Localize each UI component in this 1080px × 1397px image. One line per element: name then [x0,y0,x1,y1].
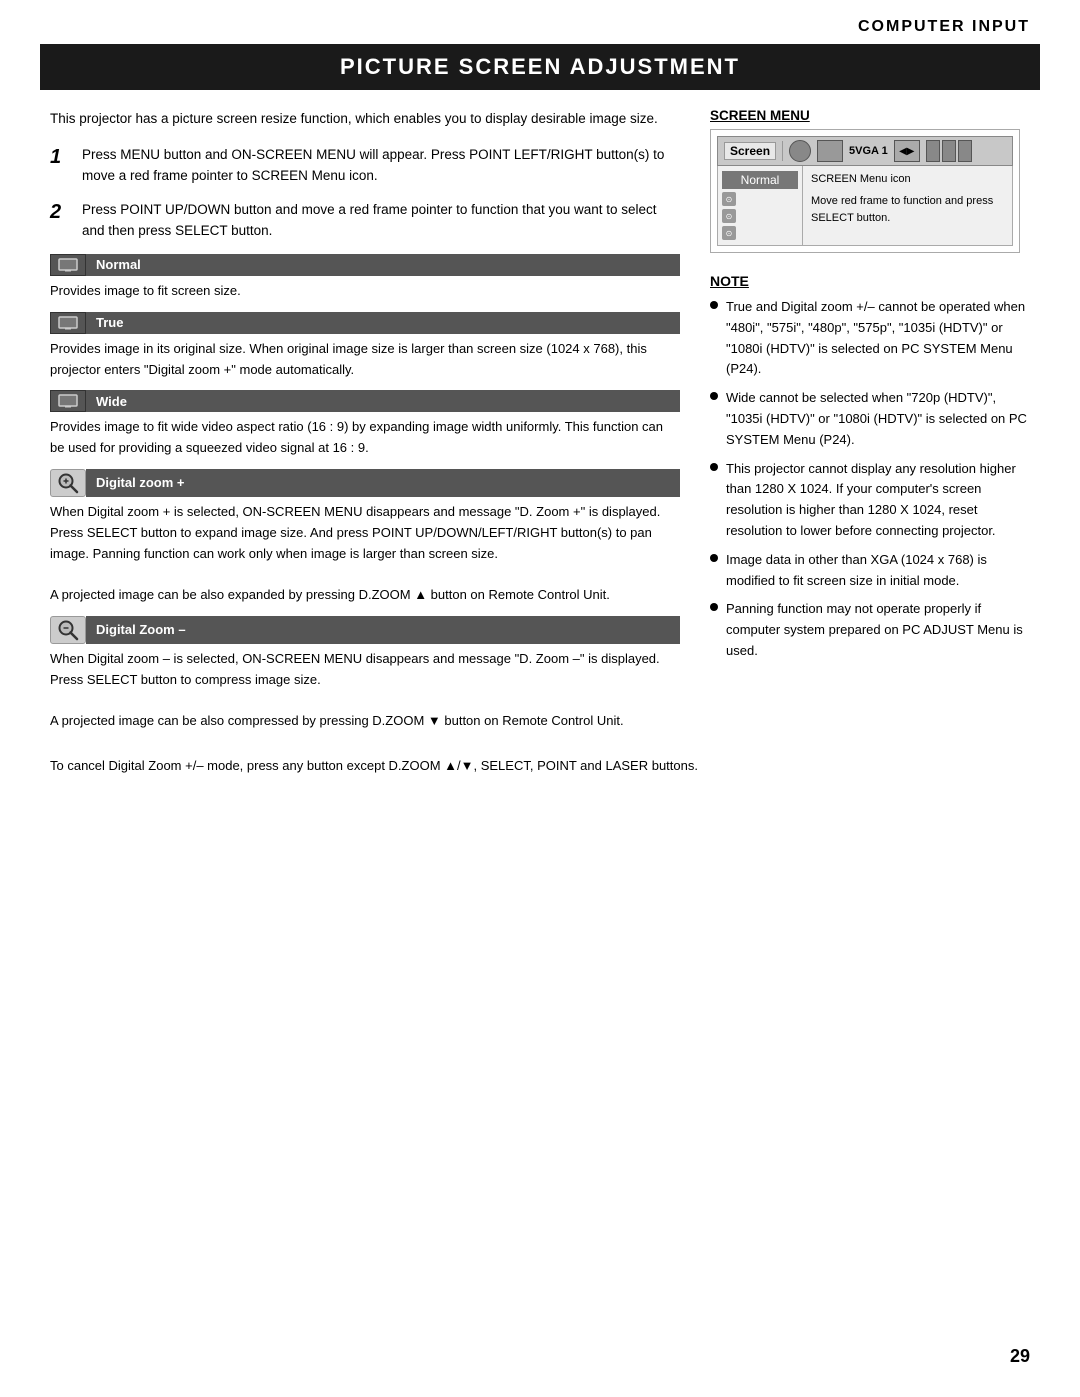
step-2: 2 Press POINT UP/DOWN button and move a … [50,199,680,242]
note-item-1: True and Digital zoom +/– cannot be oper… [710,297,1030,380]
monitor-icon-true [50,312,86,334]
page-number: 29 [1010,1346,1030,1367]
note-section: NOTE True and Digital zoom +/– cannot be… [710,273,1030,662]
annotation-move-red-frame: Move red frame to function and press SEL… [811,193,1004,228]
screen-menu-diagram: Screen 5VGA 1 ◀▶ [710,129,1020,253]
note-item-5: Panning function may not operate properl… [710,599,1030,661]
cancel-note-section: To cancel Digital Zoom +/– mode, press a… [0,756,1080,777]
intro-text: This projector has a picture screen resi… [50,108,680,130]
function-normal-description: Provides image to fit screen size. [50,281,680,302]
function-dzoom-minus-description: When Digital zoom – is selected, ON-SCRE… [50,649,680,732]
step-1-number: 1 [50,144,72,187]
note-title: NOTE [710,273,1030,289]
annotation-screen-menu-icon: SCREEN Menu icon [811,171,1004,189]
step-1: 1 Press MENU button and ON-SCREEN MENU w… [50,144,680,187]
note-bullet-1 [710,301,718,309]
main-content: This projector has a picture screen resi… [0,90,1080,742]
page-container: COMPUTER INPUT PICTURE SCREEN ADJUSTMENT… [0,0,1080,1397]
function-digital-zoom-minus: Digital Zoom – When Digital zoom – is se… [50,616,680,732]
note-text-2: Wide cannot be selected when "720p (HDTV… [726,388,1030,450]
step-2-number: 2 [50,199,72,242]
computer-input-header: COMPUTER INPUT [0,0,1080,44]
page-title: PICTURE SCREEN ADJUSTMENT [60,54,1020,80]
cancel-note: To cancel Digital Zoom +/– mode, press a… [50,756,1030,777]
zoom-icon-plus [50,469,86,497]
note-item-2: Wide cannot be selected when "720p (HDTV… [710,388,1030,450]
function-dzoom-plus-header: Digital zoom + [50,469,680,497]
note-bullet-3 [710,463,718,471]
note-item-3: This projector cannot display any resolu… [710,459,1030,542]
computer-input-label: COMPUTER INPUT [858,18,1030,35]
note-bullet-2 [710,392,718,400]
menu-screen-tab: Screen [724,142,776,160]
left-column: This projector has a picture screen resi… [50,108,680,742]
step-2-text: Press POINT UP/DOWN button and move a re… [82,199,680,242]
function-wide-description: Provides image to fit wide video aspect … [50,417,680,459]
monitor-icon-normal [50,254,86,276]
function-wide: Wide Provides image to fit wide video as… [50,390,680,459]
right-column: SCREEN MENU Screen 5VGA 1 ◀▶ [710,108,1030,742]
note-text-4: Image data in other than XGA (1024 x 768… [726,550,1030,592]
title-bar: PICTURE SCREEN ADJUSTMENT [40,44,1040,90]
note-bullet-4 [710,554,718,562]
function-true: True Provides image in its original size… [50,312,680,381]
function-dzoom-plus-label: Digital zoom + [86,469,680,497]
note-item-4: Image data in other than XGA (1024 x 768… [710,550,1030,592]
function-normal-label: Normal [86,254,680,276]
function-dzoom-plus-description: When Digital zoom + is selected, ON-SCRE… [50,502,680,606]
function-true-label: True [86,312,680,334]
note-text-3: This projector cannot display any resolu… [726,459,1030,542]
function-true-description: Provides image in its original size. Whe… [50,339,680,381]
note-text-5: Panning function may not operate properl… [726,599,1030,661]
monitor-icon-wide [50,390,86,412]
function-wide-label: Wide [86,390,680,412]
function-true-header: True [50,312,680,334]
signal-label: 5VGA 1 [849,145,888,157]
function-normal-header: Normal [50,254,680,276]
menu-normal-item: Normal [722,171,798,189]
note-text-1: True and Digital zoom +/– cannot be oper… [726,297,1030,380]
screen-menu-label: SCREEN MENU [710,108,1030,123]
function-normal: Normal Provides image to fit screen size… [50,254,680,302]
screen-menu-section: SCREEN MENU Screen 5VGA 1 ◀▶ [710,108,1030,253]
function-dzoom-minus-label: Digital Zoom – [86,616,680,644]
function-dzoom-minus-header: Digital Zoom – [50,616,680,644]
note-bullet-5 [710,603,718,611]
zoom-icon-minus [50,616,86,644]
step-1-text: Press MENU button and ON-SCREEN MENU wil… [82,144,680,187]
function-wide-header: Wide [50,390,680,412]
function-digital-zoom-plus: Digital zoom + When Digital zoom + is se… [50,469,680,606]
